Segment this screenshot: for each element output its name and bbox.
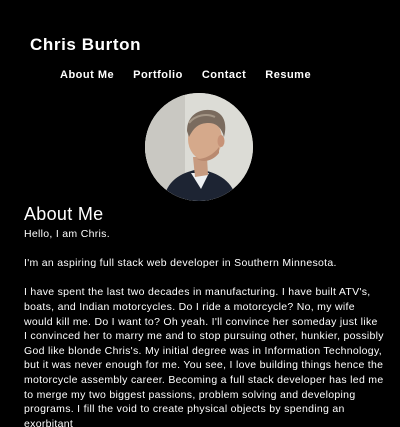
profile-photo-image: [145, 93, 253, 201]
about-paragraph-1: I'm an aspiring full stack web developer…: [24, 257, 337, 270]
nav-link-portfolio[interactable]: Portfolio: [133, 68, 183, 82]
about-paragraph-2: I have spent the last two decades in man…: [24, 286, 384, 427]
nav-link-resume[interactable]: Resume: [265, 68, 311, 82]
main-nav: About Me Portfolio Contact Resume: [60, 68, 311, 82]
nav-link-about-me[interactable]: About Me: [60, 68, 114, 82]
profile-photo: [145, 93, 253, 201]
site-title: Chris Burton: [30, 35, 142, 54]
about-greeting: Hello, I am Chris.: [24, 228, 110, 240]
nav-link-contact[interactable]: Contact: [202, 68, 246, 82]
about-heading: About Me: [24, 204, 104, 224]
about-content: Hello, I am Chris. I'm an aspiring full …: [24, 227, 384, 427]
